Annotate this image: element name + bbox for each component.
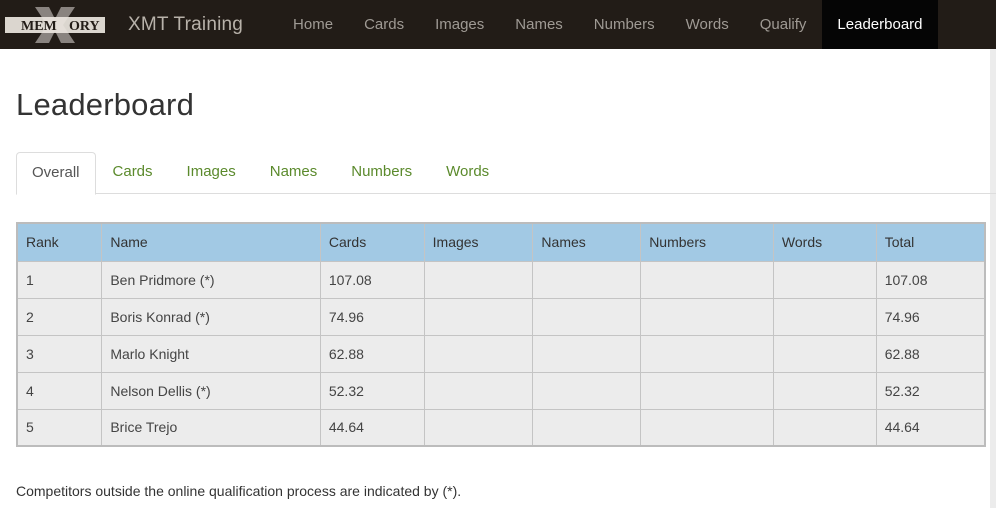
tab-images[interactable]: Images: [170, 152, 253, 194]
cell-images: [423, 408, 534, 447]
nav-item-cards[interactable]: Cards: [349, 0, 420, 49]
logo-text-right: ORY: [69, 19, 100, 34]
cell-rank: 3: [16, 334, 103, 373]
cell-total: 62.88: [875, 334, 986, 373]
column-header-numbers: Numbers: [640, 222, 774, 262]
cell-images: [423, 334, 534, 373]
cell-names: [532, 408, 642, 447]
cell-numbers: [640, 334, 774, 373]
cell-images: [423, 297, 534, 336]
cell-names: [532, 260, 642, 299]
table-row: 3 Marlo Knight 62.88 62.88: [16, 334, 986, 373]
tab-cards[interactable]: Cards: [96, 152, 170, 194]
cell-names: [532, 371, 642, 410]
cell-total: 107.08: [875, 260, 986, 299]
cell-name: Marlo Knight: [101, 334, 321, 373]
nav-menu: Home Cards Images Names Numbers Words Qu…: [277, 0, 938, 49]
cell-words: [772, 260, 877, 299]
tab-names[interactable]: Names: [253, 152, 335, 194]
leaderboard-tabs: Overall Cards Images Names Numbers Words: [16, 152, 996, 195]
column-header-name: Name: [101, 222, 321, 262]
cell-names: [532, 297, 642, 336]
nav-item-leaderboard[interactable]: Leaderboard: [821, 0, 938, 49]
cell-rank: 4: [16, 371, 103, 410]
column-header-names: Names: [532, 222, 642, 262]
nav-item-home[interactable]: Home: [277, 0, 349, 49]
cell-name: Ben Pridmore (*): [101, 260, 321, 299]
cell-cards: 44.64: [319, 408, 425, 447]
cell-rank: 1: [16, 260, 103, 299]
column-header-cards: Cards: [319, 222, 425, 262]
nav-item-words[interactable]: Words: [670, 0, 744, 49]
column-header-rank: Rank: [16, 222, 103, 262]
leaderboard-table: Rank Name Cards Images Names Numbers Wor…: [16, 222, 986, 447]
vertical-scrollbar[interactable]: [990, 49, 996, 508]
logo-x-mark: MEM ORY: [5, 6, 105, 43]
page-title: Leaderboard: [16, 87, 195, 122]
cell-cards: 74.96: [319, 297, 425, 336]
cell-words: [772, 408, 877, 447]
column-header-images: Images: [423, 222, 534, 262]
cell-total: 74.96: [875, 297, 986, 336]
cell-numbers: [640, 371, 774, 410]
cell-name: Boris Konrad (*): [101, 297, 321, 336]
brand-name[interactable]: XMT Training: [110, 0, 277, 49]
column-header-words: Words: [772, 222, 877, 262]
cell-numbers: [640, 408, 774, 447]
cell-cards: 62.88: [319, 334, 425, 373]
cell-numbers: [640, 260, 774, 299]
cell-total: 44.64: [875, 408, 986, 447]
nav-item-names[interactable]: Names: [500, 0, 579, 49]
cell-cards: 52.32: [319, 371, 425, 410]
nav-item-qualify[interactable]: Qualify: [744, 0, 822, 49]
tab-numbers[interactable]: Numbers: [334, 152, 429, 194]
column-header-total: Total: [875, 222, 986, 262]
memory-xmt-logo[interactable]: MEM ORY: [0, 0, 110, 49]
table-row: 1 Ben Pridmore (*) 107.08 107.08: [16, 260, 986, 299]
tab-words[interactable]: Words: [429, 152, 506, 194]
table-header-row: Rank Name Cards Images Names Numbers Wor…: [16, 222, 986, 262]
cell-cards: 107.08: [319, 260, 425, 299]
tab-overall[interactable]: Overall: [16, 152, 96, 195]
cell-name: Brice Trejo: [101, 408, 321, 447]
cell-rank: 2: [16, 297, 103, 336]
cell-words: [772, 297, 877, 336]
logo-text-left: MEM: [21, 19, 57, 34]
table-row: 5 Brice Trejo 44.64 44.64: [16, 408, 986, 447]
cell-words: [772, 334, 877, 373]
top-navbar: MEM ORY XMT Training Home Cards Images N…: [0, 0, 996, 49]
cell-rank: 5: [16, 408, 103, 447]
cell-numbers: [640, 297, 774, 336]
table-row: 2 Boris Konrad (*) 74.96 74.96: [16, 297, 986, 336]
cell-words: [772, 371, 877, 410]
cell-names: [532, 334, 642, 373]
nav-item-images[interactable]: Images: [420, 0, 500, 49]
cell-total: 52.32: [875, 371, 986, 410]
table-row: 4 Nelson Dellis (*) 52.32 52.32: [16, 371, 986, 410]
nav-item-numbers[interactable]: Numbers: [578, 0, 670, 49]
qualification-footnote: Competitors outside the online qualifica…: [16, 483, 462, 499]
cell-name: Nelson Dellis (*): [101, 371, 321, 410]
cell-images: [423, 260, 534, 299]
cell-images: [423, 371, 534, 410]
